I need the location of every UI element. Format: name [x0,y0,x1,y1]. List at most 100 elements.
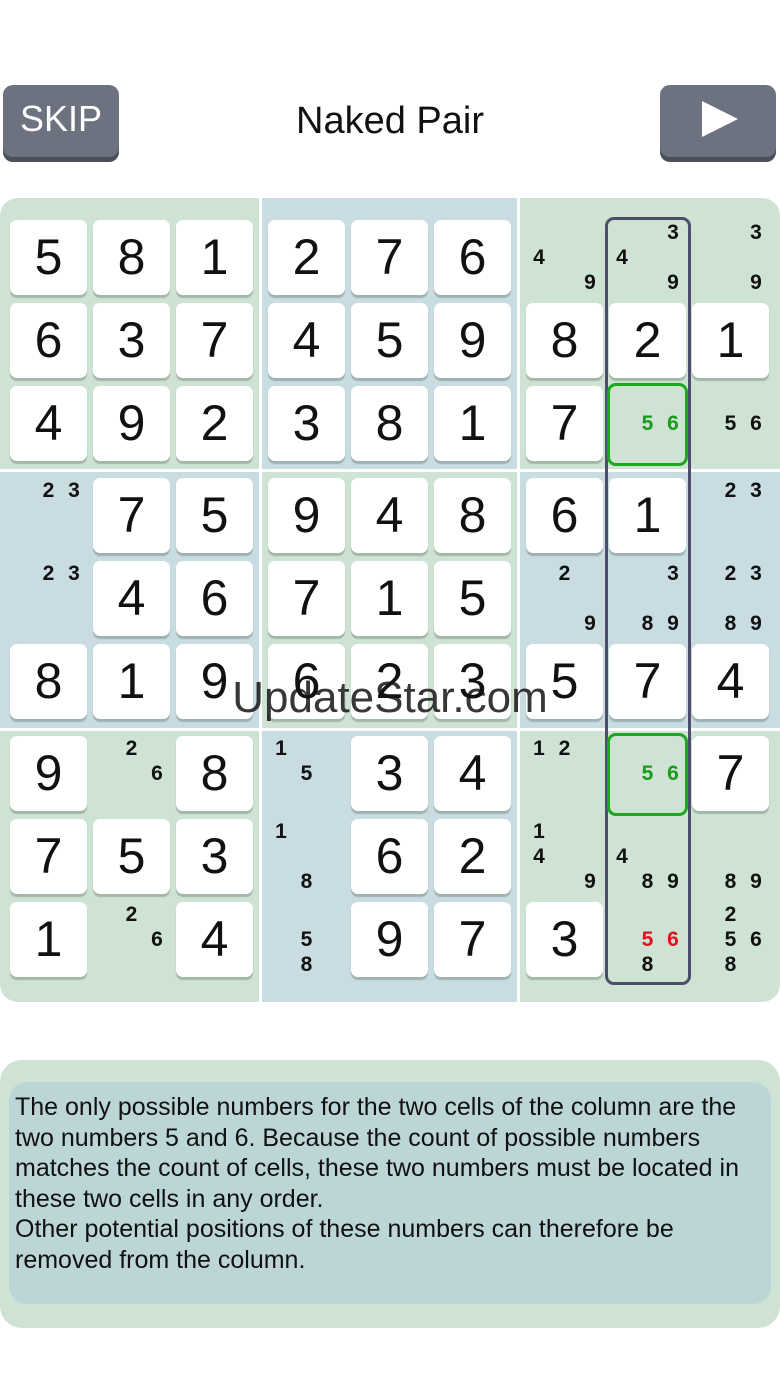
candidate-digit: 3 [750,479,762,502]
sudoku-cell-given[interactable]: 2 [434,819,511,894]
cell-value: 9 [292,487,321,543]
candidate-digit: 1 [533,820,545,843]
skip-button[interactable]: SKIP [3,85,119,157]
sudoku-cell-given[interactable]: 6 [434,220,511,295]
sudoku-cell-candidates[interactable]: 49 [526,220,603,295]
cell-value: 9 [375,911,404,967]
sudoku-cell-given[interactable]: 1 [176,220,253,295]
sudoku-cell-given[interactable]: 1 [93,644,170,719]
sudoku-cell-given[interactable]: 5 [434,561,511,636]
sudoku-cell-given[interactable]: 3 [93,303,170,378]
sudoku-cell-given[interactable]: 9 [434,303,511,378]
sudoku-cell-given[interactable]: 1 [10,902,87,977]
sudoku-cell-given[interactable]: 4 [434,736,511,811]
sudoku-cell-given[interactable]: 6 [268,644,345,719]
candidate-digit: 3 [68,562,80,585]
candidate-digit: 2 [558,737,571,760]
sudoku-cell-given[interactable]: 7 [10,819,87,894]
play-triangle-icon [702,101,738,137]
sudoku-cell-given[interactable]: 4 [93,561,170,636]
cell-value: 5 [117,828,146,884]
sudoku-cell-candidates[interactable]: 29 [526,561,603,636]
sudoku-cell-given[interactable]: 5 [10,220,87,295]
sudoku-cell-candidates[interactable]: 15 [268,736,345,811]
sudoku-cell-given[interactable]: 8 [176,736,253,811]
highlighted-column-outline [605,217,691,985]
sudoku-cell-candidates[interactable]: 23 [10,561,87,636]
sudoku-cell-candidates[interactable]: 58 [268,902,345,977]
sudoku-cell-given[interactable]: 3 [434,644,511,719]
next-button[interactable] [660,85,776,157]
sudoku-cell-given[interactable]: 9 [268,478,345,553]
sudoku-cell-given[interactable]: 7 [176,303,253,378]
sudoku-cell-given[interactable]: 8 [10,644,87,719]
sudoku-cell-candidates[interactable]: 26 [93,736,170,811]
sudoku-cell-given[interactable]: 7 [692,736,769,811]
sudoku-cell-given[interactable]: 9 [351,902,428,977]
candidate-digit: 1 [275,737,287,760]
sudoku-cell-given[interactable]: 9 [10,736,87,811]
cell-value: 7 [292,570,321,626]
sudoku-cell-candidates[interactable]: 23 [692,478,769,553]
candidate-digit: 5 [300,762,313,785]
cell-value: 7 [200,312,229,368]
cell-value: 1 [375,570,404,626]
sudoku-cell-given[interactable]: 3 [268,386,345,461]
sudoku-cell-given[interactable]: 9 [176,644,253,719]
sudoku-cell-candidates[interactable]: 89 [692,819,769,894]
sudoku-cell-given[interactable]: 8 [434,478,511,553]
sudoku-cell-given[interactable]: 3 [176,819,253,894]
sudoku-cell-given[interactable]: 4 [10,386,87,461]
candidate-digit: 6 [151,928,163,951]
sudoku-cell-given[interactable]: 8 [93,220,170,295]
sudoku-cell-given[interactable]: 4 [692,644,769,719]
sudoku-cell-candidates[interactable]: 2568 [692,902,769,977]
sudoku-cell-given[interactable]: 4 [176,902,253,977]
sudoku-cell-given[interactable]: 2 [268,220,345,295]
cell-value: 4 [716,653,745,709]
sudoku-cell-given[interactable]: 5 [526,644,603,719]
sudoku-cell-given[interactable]: 3 [351,736,428,811]
sudoku-cell-given[interactable]: 6 [176,561,253,636]
cell-value: 6 [34,312,63,368]
sudoku-cell-candidates[interactable]: 26 [93,902,170,977]
sudoku-cell-candidates[interactable]: 18 [268,819,345,894]
sudoku-cell-candidates[interactable]: 23 [10,478,87,553]
sudoku-cell-given[interactable]: 4 [268,303,345,378]
sudoku-cell-candidates[interactable]: 12 [526,736,603,811]
candidate-digit: 9 [750,612,762,635]
sudoku-cell-given[interactable]: 7 [268,561,345,636]
candidate-digit: 2 [724,562,737,585]
sudoku-cell-given[interactable]: 6 [10,303,87,378]
sudoku-cell-candidates[interactable]: 56 [692,386,769,461]
cell-value: 3 [117,312,146,368]
sudoku-cell-given[interactable]: 7 [526,386,603,461]
sudoku-cell-given[interactable]: 1 [351,561,428,636]
sudoku-cell-given[interactable]: 1 [434,386,511,461]
sudoku-cell-given[interactable]: 6 [526,478,603,553]
sudoku-cell-given[interactable]: 9 [93,386,170,461]
sudoku-cell-given[interactable]: 8 [351,386,428,461]
sudoku-cell-given[interactable]: 6 [351,819,428,894]
sudoku-cell-given[interactable]: 2 [351,644,428,719]
cell-value: 5 [200,487,229,543]
candidate-digit: 2 [42,562,55,585]
cell-value: 3 [200,828,229,884]
cell-value: 4 [34,395,63,451]
sudoku-cell-given[interactable]: 1 [692,303,769,378]
sudoku-cell-given[interactable]: 5 [176,478,253,553]
sudoku-cell-given[interactable]: 7 [434,902,511,977]
sudoku-cell-given[interactable]: 5 [93,819,170,894]
sudoku-cell-given[interactable]: 2 [176,386,253,461]
cell-value: 6 [550,487,579,543]
sudoku-cell-candidates[interactable]: 39 [692,220,769,295]
sudoku-cell-candidates[interactable]: 14 9 [526,819,603,894]
sudoku-cell-given[interactable]: 7 [351,220,428,295]
cell-value: 9 [200,653,229,709]
sudoku-cell-given[interactable]: 7 [93,478,170,553]
sudoku-cell-given[interactable]: 4 [351,478,428,553]
sudoku-cell-candidates[interactable]: 23 89 [692,561,769,636]
sudoku-cell-given[interactable]: 3 [526,902,603,977]
sudoku-cell-given[interactable]: 8 [526,303,603,378]
sudoku-cell-given[interactable]: 5 [351,303,428,378]
